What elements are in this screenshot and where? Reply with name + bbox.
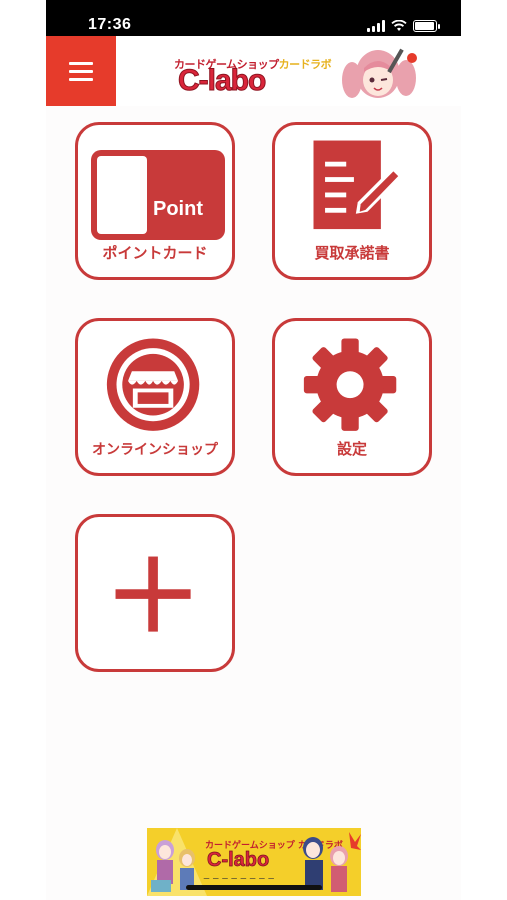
right-margin [461, 0, 507, 900]
tile-add[interactable] [75, 514, 235, 672]
tile-label: 設定 [336, 440, 367, 458]
point-card-icon: Point [91, 150, 225, 240]
home-indicator[interactable] [186, 885, 322, 890]
tile-settings[interactable]: 設定 [272, 318, 432, 476]
banner-wordmark: C-labo [207, 849, 270, 871]
wifi-icon [391, 20, 407, 31]
tile-online-shop[interactable]: オンラインショップ [75, 318, 235, 476]
menu-line [69, 61, 93, 65]
status-time: 17:36 [88, 16, 132, 33]
gear-icon [303, 338, 397, 431]
tile-point-card[interactable]: Point ポイントカード [75, 122, 235, 280]
menu-line [69, 77, 93, 81]
plus-icon [115, 556, 191, 632]
storefront-icon [106, 338, 200, 431]
cellular-signal-icon [367, 20, 385, 32]
app-header: カードゲームショップカードラボ C-labo [46, 36, 461, 106]
banner-caption: ー ー ー ー ー ー ー ー [203, 875, 275, 883]
status-bar: 17:36 [46, 0, 461, 36]
tile-purchase-consent[interactable]: 買取承諾書 [272, 122, 432, 280]
card-white-panel [97, 156, 147, 234]
c-labo-logo: カードゲームショップカードラボ C-labo [174, 44, 424, 106]
document-pen-icon [313, 140, 403, 230]
tile-label: オンラインショップ [92, 442, 218, 458]
tile-label: ポイントカード [102, 244, 208, 262]
left-margin [0, 0, 46, 900]
mascot-character-icon [342, 48, 417, 98]
tile-label: 買取承諾書 [314, 244, 390, 262]
status-icons [367, 20, 440, 32]
app-screen: 17:36 カードゲームショップカードラボ C-labo Point ポイントカ… [46, 0, 461, 900]
battery-icon [413, 20, 440, 32]
logo-wordmark: C-labo [177, 64, 266, 97]
point-card-text: Point [153, 198, 203, 220]
hamburger-menu-button[interactable] [46, 36, 116, 106]
menu-line [69, 69, 93, 73]
